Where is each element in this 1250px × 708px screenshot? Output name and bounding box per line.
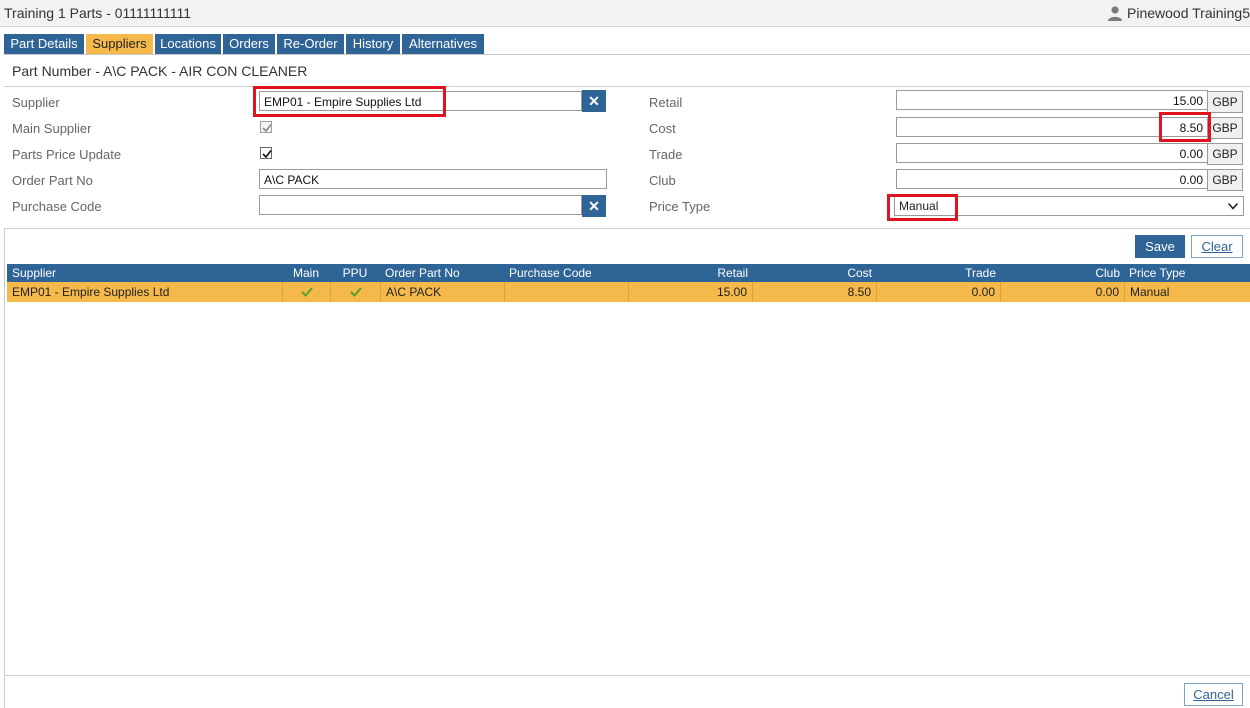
tab-locations[interactable]: Locations [155, 34, 221, 54]
tab-alternatives[interactable]: Alternatives [402, 34, 484, 54]
save-button[interactable]: Save [1135, 235, 1185, 258]
cost-currency: GBP [1207, 117, 1243, 139]
parts-price-update-label: Parts Price Update [12, 147, 122, 162]
price-type-value: Manual [899, 199, 939, 213]
order-part-no-label: Order Part No [12, 173, 93, 188]
column-header-club[interactable]: Club [1001, 264, 1120, 282]
parts-price-update-checkbox[interactable] [260, 147, 272, 159]
checkmark-icon [262, 124, 272, 133]
cell-club: 0.00 [1000, 282, 1124, 302]
column-header-purchase-code[interactable]: Purchase Code [509, 264, 629, 282]
supplier-clear-button[interactable]: ✕ [582, 90, 606, 112]
user-name: Pinewood Training5 [1127, 5, 1250, 21]
club-input[interactable]: 0.00 [896, 169, 1208, 189]
tab-part-details[interactable]: Part Details [4, 34, 84, 54]
retail-currency: GBP [1207, 91, 1243, 113]
cell-supplier: EMP01 - Empire Supplies Ltd [12, 285, 170, 299]
window-title: Training 1 Parts - 01111111111 [4, 5, 192, 21]
supplier-input[interactable]: EMP01 - Empire Supplies Ltd [259, 91, 582, 111]
cost-input[interactable]: 8.50 [896, 117, 1208, 137]
main-supplier-checkbox[interactable] [260, 121, 272, 133]
divider [4, 675, 1250, 676]
purchase-code-clear-button[interactable]: ✕ [582, 195, 606, 217]
checkmark-icon [301, 287, 313, 297]
cell-cost: 8.50 [752, 282, 876, 302]
column-header-supplier[interactable]: Supplier [12, 264, 282, 282]
column-header-price-type[interactable]: Price Type [1129, 264, 1247, 282]
cell-purchase-code [504, 282, 629, 302]
title-bar: Training 1 Parts - 01111111111 Pinewood … [0, 0, 1250, 27]
page-title: Part Number - A\C PACK - AIR CON CLEANER [12, 63, 308, 79]
table-header: Supplier Main PPU Order Part No Purchase… [7, 264, 1250, 282]
clear-button[interactable]: Clear [1191, 235, 1243, 258]
panel-border [4, 228, 5, 708]
purchase-code-label: Purchase Code [12, 199, 102, 214]
column-header-trade[interactable]: Trade [877, 264, 996, 282]
checkmark-icon [262, 150, 272, 159]
cell-order-part-no: A\C PACK [380, 282, 504, 302]
column-header-retail[interactable]: Retail [629, 264, 748, 282]
purchase-code-input[interactable] [259, 195, 582, 215]
tab-underline [4, 54, 1250, 55]
cancel-button[interactable]: Cancel [1184, 683, 1243, 706]
cell-price-type: Manual [1124, 282, 1250, 302]
divider [4, 228, 1250, 229]
column-header-order-part-no[interactable]: Order Part No [385, 264, 505, 282]
user-icon [1108, 6, 1122, 21]
main-supplier-label: Main Supplier [12, 121, 92, 136]
column-header-main[interactable]: Main [282, 264, 330, 282]
table-row[interactable]: EMP01 - Empire Supplies Ltd A\C PACK 15.… [7, 282, 1250, 302]
tab-orders[interactable]: Orders [223, 34, 275, 54]
trade-currency: GBP [1207, 143, 1243, 165]
trade-label: Trade [649, 147, 683, 162]
tab-re-order[interactable]: Re-Order [277, 34, 344, 54]
price-type-label: Price Type [649, 199, 711, 214]
retail-label: Retail [649, 95, 683, 110]
club-currency: GBP [1207, 169, 1243, 191]
tab-suppliers[interactable]: Suppliers [86, 34, 153, 54]
supplier-label: Supplier [12, 95, 60, 110]
cell-trade: 0.00 [876, 282, 1000, 302]
tab-history[interactable]: History [346, 34, 400, 54]
checkmark-icon [350, 287, 362, 297]
cell-retail: 15.00 [628, 282, 752, 302]
divider [4, 86, 1250, 87]
club-label: Club [649, 173, 676, 188]
cost-label: Cost [649, 121, 676, 136]
price-type-select[interactable]: Manual [894, 196, 1244, 216]
order-part-no-input[interactable]: A\C PACK [259, 169, 607, 189]
column-header-cost[interactable]: Cost [753, 264, 872, 282]
chevron-down-icon [1227, 202, 1239, 210]
cell-main [282, 282, 331, 302]
column-header-ppu[interactable]: PPU [330, 264, 380, 282]
trade-input[interactable]: 0.00 [896, 143, 1208, 163]
cell-ppu [330, 282, 381, 302]
retail-input[interactable]: 15.00 [896, 90, 1208, 110]
